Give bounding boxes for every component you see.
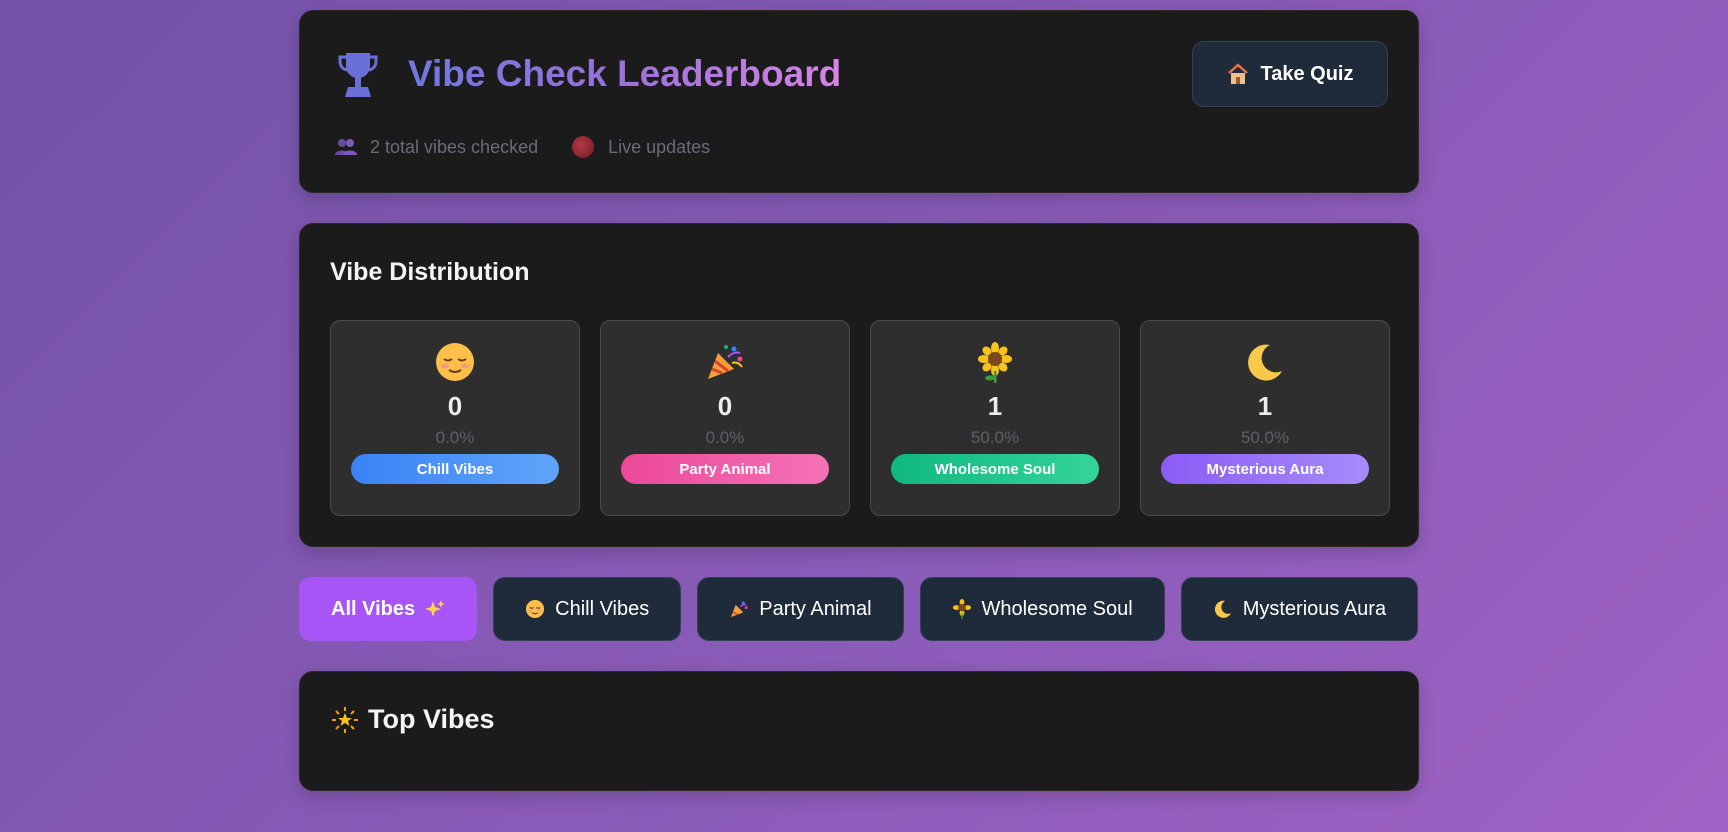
vibe-percent: 0.0%: [435, 428, 475, 447]
filter-label: Party Animal: [759, 597, 872, 620]
house-icon: [1227, 63, 1248, 84]
filter-label: Wholesome Soul: [981, 597, 1133, 620]
take-quiz-button[interactable]: Take Quiz: [1192, 41, 1388, 107]
vibe-count: 0: [717, 391, 733, 421]
vibe-filter-bar: All Vibes Chill Vibes Party Animal Whole…: [299, 577, 1419, 641]
take-quiz-label: Take Quiz: [1260, 62, 1354, 85]
vibe-percent: 50.0%: [1240, 428, 1290, 447]
sunflower-icon: [978, 342, 1012, 383]
vibe-card-wholesome: 1 50.0% Wholesome Soul: [870, 320, 1120, 516]
vibe-badge: Chill Vibes: [351, 454, 559, 484]
vibe-count: 1: [1257, 391, 1273, 421]
leaderboard-meta: 2 total vibes checked Live updates: [334, 136, 710, 158]
vibe-badge: Party Animal: [621, 454, 829, 484]
vibe-count: 1: [987, 391, 1003, 421]
people-icon: [335, 139, 357, 155]
crescent-moon-icon: [1214, 600, 1231, 618]
vibe-grid: 0 0.0% Chill Vibes 0 0.0% Party Animal 1…: [330, 320, 1390, 516]
vibe-badge: Wholesome Soul: [891, 454, 1099, 484]
leaderboard-header: Vibe Check Leaderboard 2 total vibes che…: [299, 10, 1419, 193]
filter-chill-vibes[interactable]: Chill Vibes: [493, 577, 682, 641]
vibe-card-chill: 0 0.0% Chill Vibes: [330, 320, 580, 516]
sunflower-icon: [952, 599, 971, 619]
filter-all-vibes[interactable]: All Vibes: [299, 577, 478, 641]
top-vibes-panel: Top Vibes: [299, 671, 1419, 791]
filter-label: Chill Vibes: [555, 597, 650, 620]
filter-party-animal[interactable]: Party Animal: [697, 577, 904, 641]
trophy-icon: [338, 53, 378, 97]
relieved-face-icon: [436, 343, 474, 381]
filter-wholesome-soul[interactable]: Wholesome Soul: [919, 577, 1165, 641]
live-dot-icon: [572, 136, 595, 158]
vibe-percent: 0.0%: [705, 428, 745, 447]
glowing-star-icon: [332, 706, 358, 733]
party-popper-icon: [731, 601, 748, 618]
crescent-moon-icon: [1248, 344, 1282, 381]
vibe-card-party: 0 0.0% Party Animal: [600, 320, 850, 516]
vibe-badge: Mysterious Aura: [1161, 454, 1369, 484]
live-updates-label: Live updates: [608, 136, 711, 157]
vibe-count: 0: [447, 391, 463, 421]
vibe-distribution-panel: Vibe Distribution 0 0.0% Chill Vibes 0 0…: [299, 223, 1419, 547]
sparkles-icon: [425, 600, 446, 617]
party-popper-icon: [708, 345, 743, 379]
section-title: Vibe Distribution: [330, 258, 530, 286]
section-title: Top Vibes: [368, 704, 495, 734]
relieved-face-icon: [526, 599, 545, 619]
top-vibes-heading: Top Vibes: [332, 704, 495, 735]
filter-label: Mysterious Aura: [1242, 597, 1387, 620]
vibe-percent: 50.0%: [970, 428, 1020, 447]
page-title: Vibe Check Leaderboard: [408, 53, 842, 94]
filter-mysterious-aura[interactable]: Mysterious Aura: [1180, 577, 1419, 641]
total-vibes-count: 2 total vibes checked: [370, 136, 539, 157]
filter-label: All Vibes: [331, 597, 416, 620]
page-container: Vibe Check Leaderboard 2 total vibes che…: [299, 10, 1419, 791]
vibe-card-mysterious: 1 50.0% Mysterious Aura: [1140, 320, 1390, 516]
